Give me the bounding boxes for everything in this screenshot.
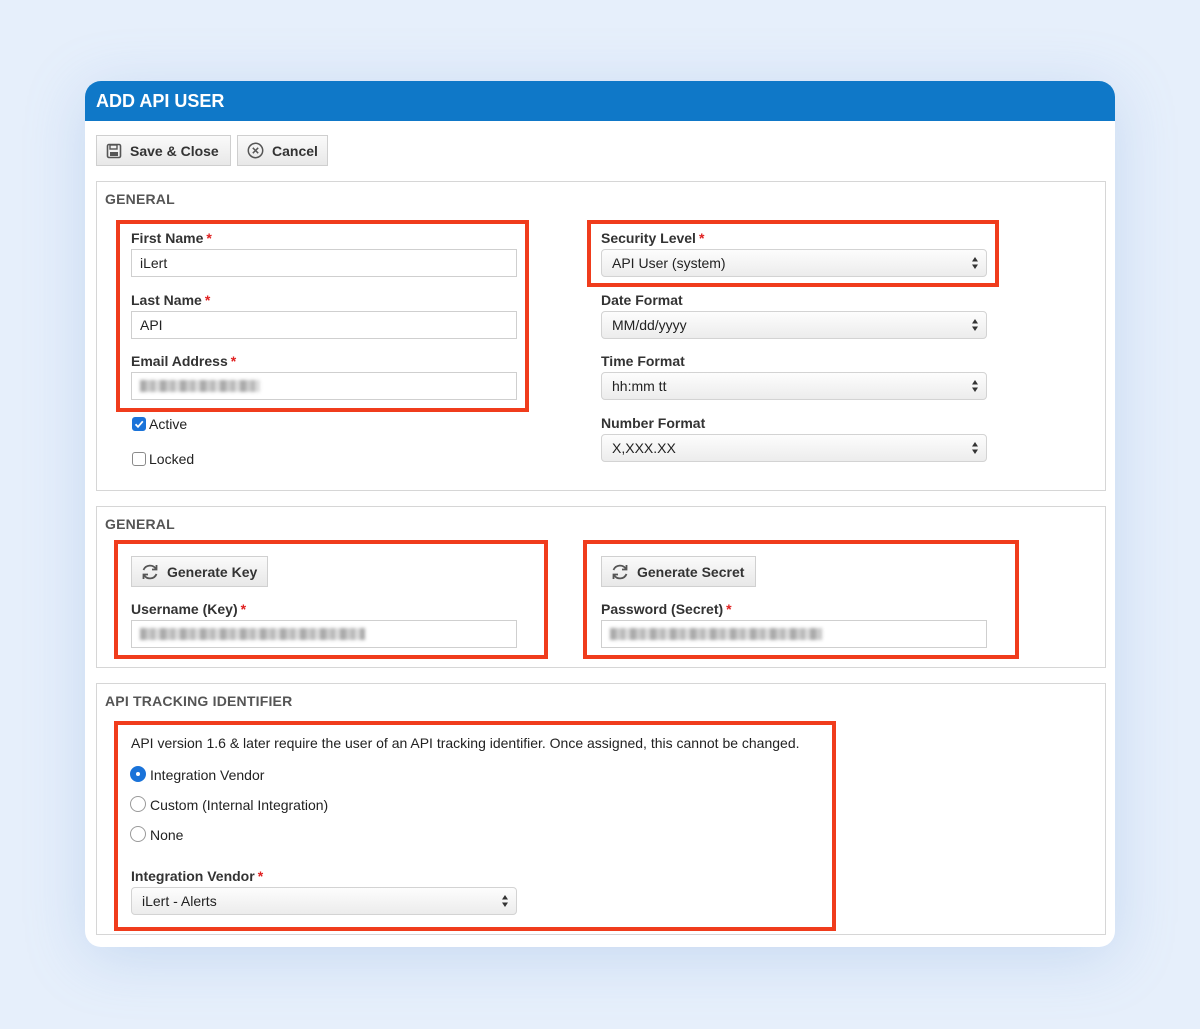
save-close-label: Save & Close (130, 142, 219, 159)
security-level-select[interactable]: API User (system) (601, 249, 987, 277)
select-arrows-icon (972, 319, 978, 331)
cancel-label: Cancel (272, 142, 318, 159)
refresh-icon (142, 564, 158, 579)
password-input[interactable] (601, 620, 987, 648)
dialog-title: ADD API USER (85, 81, 1115, 121)
close-circle-icon (247, 142, 264, 159)
radio-none-label: None (150, 827, 184, 843)
generate-key-label: Generate Key (167, 563, 258, 580)
locked-checkbox[interactable] (132, 452, 146, 466)
tracking-section: API TRACKING IDENTIFIER API version 1.6 … (96, 683, 1106, 935)
active-label: Active (149, 416, 188, 432)
number-format-select[interactable]: X,XXX.XX (601, 434, 987, 462)
email-input[interactable] (131, 372, 517, 400)
save-close-button[interactable]: Save & Close (96, 135, 231, 166)
security-level-value: API User (system) (612, 255, 726, 271)
first-name-input[interactable]: iLert (131, 249, 517, 277)
security-level-label: Security Level * (601, 230, 705, 246)
floppy-disk-icon (106, 143, 122, 158)
tracking-note: API version 1.6 & later require the user… (131, 735, 800, 751)
number-format-value: X,XXX.XX (612, 440, 676, 456)
last-name-label: Last Name * (131, 292, 211, 308)
date-format-select[interactable]: MM/dd/yyyy (601, 311, 987, 339)
time-format-value: hh:mm tt (612, 378, 667, 394)
first-name-label: First Name * (131, 230, 212, 246)
email-label: Email Address * (131, 353, 237, 369)
date-format-label: Date Format (601, 292, 683, 308)
radio-custom[interactable] (130, 796, 146, 812)
check-icon (134, 420, 144, 429)
radio-custom-label: Custom (Internal Integration) (150, 797, 329, 813)
active-checkbox[interactable] (132, 417, 146, 431)
redacted-password (610, 628, 822, 640)
integration-vendor-select[interactable]: iLert - Alerts (131, 887, 517, 915)
date-format-value: MM/dd/yyyy (612, 317, 687, 333)
integration-vendor-value: iLert - Alerts (142, 893, 217, 909)
select-arrows-icon (972, 257, 978, 269)
select-arrows-icon (502, 895, 508, 907)
time-format-select[interactable]: hh:mm tt (601, 372, 987, 400)
last-name-input[interactable]: API (131, 311, 517, 339)
radio-integration-vendor-label: Integration Vendor (150, 767, 265, 783)
password-label: Password (Secret) * (601, 601, 732, 617)
refresh-icon (612, 564, 628, 579)
username-label: Username (Key) * (131, 601, 247, 617)
generate-secret-button[interactable]: Generate Secret (601, 556, 756, 587)
credentials-section-title: GENERAL (105, 516, 175, 532)
select-arrows-icon (972, 380, 978, 392)
time-format-label: Time Format (601, 353, 685, 369)
general-section-title: GENERAL (105, 191, 175, 207)
radio-integration-vendor[interactable] (130, 766, 146, 782)
generate-key-button[interactable]: Generate Key (131, 556, 268, 587)
tracking-section-title: API TRACKING IDENTIFIER (105, 693, 293, 709)
redacted-username (140, 628, 365, 640)
select-arrows-icon (972, 442, 978, 454)
add-api-user-dialog: ADD API USER Save & Close Cancel GENERAL… (85, 81, 1115, 947)
username-input[interactable] (131, 620, 517, 648)
number-format-label: Number Format (601, 415, 706, 431)
general-section: GENERAL First Name * iLert Last Name * API… (96, 181, 1106, 491)
radio-none[interactable] (130, 826, 146, 842)
cancel-button[interactable]: Cancel (237, 135, 328, 166)
locked-label: Locked (149, 451, 195, 467)
generate-secret-label: Generate Secret (637, 563, 745, 580)
credentials-section: GENERAL Generate Key Username (Key) * Gen… (96, 506, 1106, 668)
integration-vendor-label: Integration Vendor * (131, 868, 264, 884)
redacted-email (140, 380, 260, 392)
